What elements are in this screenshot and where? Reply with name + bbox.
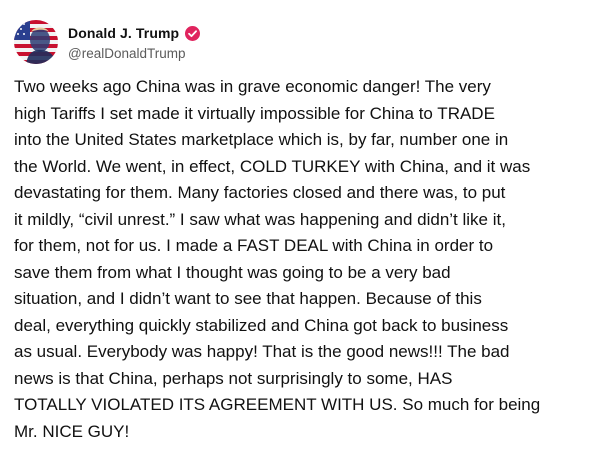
avatar[interactable] bbox=[14, 20, 58, 64]
avatar-flag-portrait-icon bbox=[14, 20, 58, 64]
author-names: Donald J. Trump @realDonaldTrump bbox=[68, 23, 201, 61]
post-header: Donald J. Trump @realDonaldTrump bbox=[14, 14, 201, 70]
post-card: Donald J. Trump @realDonaldTrump Two wee… bbox=[0, 0, 606, 470]
verified-badge-icon bbox=[185, 25, 201, 41]
post-text: Two weeks ago China was in grave economi… bbox=[14, 77, 541, 441]
display-name-row: Donald J. Trump bbox=[68, 23, 201, 43]
display-name[interactable]: Donald J. Trump bbox=[68, 25, 179, 41]
handle[interactable]: @realDonaldTrump bbox=[68, 46, 200, 61]
